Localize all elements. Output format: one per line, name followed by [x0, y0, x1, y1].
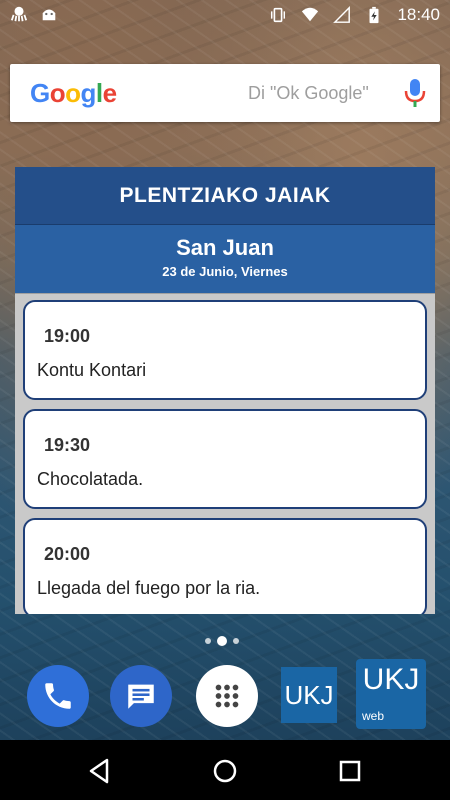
back-icon[interactable] [85, 756, 115, 786]
status-bar: 18:40 [0, 0, 450, 32]
event-card[interactable]: 19:00 Kontu Kontari [23, 300, 427, 400]
battery-charging-icon [369, 6, 379, 24]
ukj-logo-text: UKJ [284, 679, 334, 710]
event-title: Chocolatada. [37, 469, 144, 489]
phone-icon [45, 683, 71, 709]
navigation-bar [0, 740, 450, 800]
vibrate-icon [271, 7, 286, 23]
page-dot [233, 638, 239, 644]
app-drawer[interactable] [196, 665, 258, 727]
page-indicator [205, 636, 239, 646]
ukj-web-sublabel: web [362, 709, 385, 723]
event-time: 19:00 [44, 326, 91, 346]
page-dot-current [217, 636, 227, 646]
event-list[interactable]: 19:00 Kontu Kontari 19:30 Chocolatada. 2… [15, 293, 435, 614]
messages-icon [128, 684, 154, 709]
home-icon[interactable] [210, 756, 240, 786]
page-dot [205, 638, 211, 644]
wifi-icon [302, 7, 319, 22]
event-card[interactable]: 20:00 Llegada del fuego por la ria. [23, 518, 427, 614]
event-card[interactable]: 19:30 Chocolatada. [23, 409, 427, 509]
messages-app[interactable] [110, 665, 172, 727]
event-time: 19:30 [44, 435, 91, 455]
mic-icon[interactable] [402, 78, 428, 108]
google-search-bar[interactable]: Google Di "Ok Google" [10, 64, 440, 122]
festival-widget[interactable]: PLENTZIAKO JAIAK San Juan 23 de Junio, V… [15, 167, 435, 614]
recent-apps-icon[interactable] [335, 756, 365, 786]
saint-name: San Juan [176, 235, 274, 260]
signal-icon [333, 6, 351, 23]
event-title: Kontu Kontari [37, 360, 147, 380]
ukj-web-app[interactable]: UKJ web [356, 659, 426, 729]
event-date: 23 de Junio, Viernes [162, 264, 288, 279]
octopus-notification-icon [10, 6, 28, 22]
app-drawer-icon [215, 684, 239, 708]
ukj-app[interactable]: UKJ [281, 667, 337, 723]
ukj-web-logo: UKJ [362, 663, 420, 696]
search-hint: Di "Ok Google" [248, 83, 369, 103]
phone-app[interactable] [27, 665, 89, 727]
dock: UKJ UKJ web [0, 655, 450, 735]
google-logo: Google [30, 78, 117, 108]
clock: 18:40 [397, 5, 440, 24]
widget-day-header: San Juan 23 de Junio, Viernes [15, 225, 435, 293]
android-debug-icon [42, 9, 56, 21]
widget-title: PLENTZIAKO JAIAK [15, 167, 435, 225]
event-title: Llegada del fuego por la ria. [37, 578, 261, 598]
event-time: 20:00 [44, 544, 91, 564]
